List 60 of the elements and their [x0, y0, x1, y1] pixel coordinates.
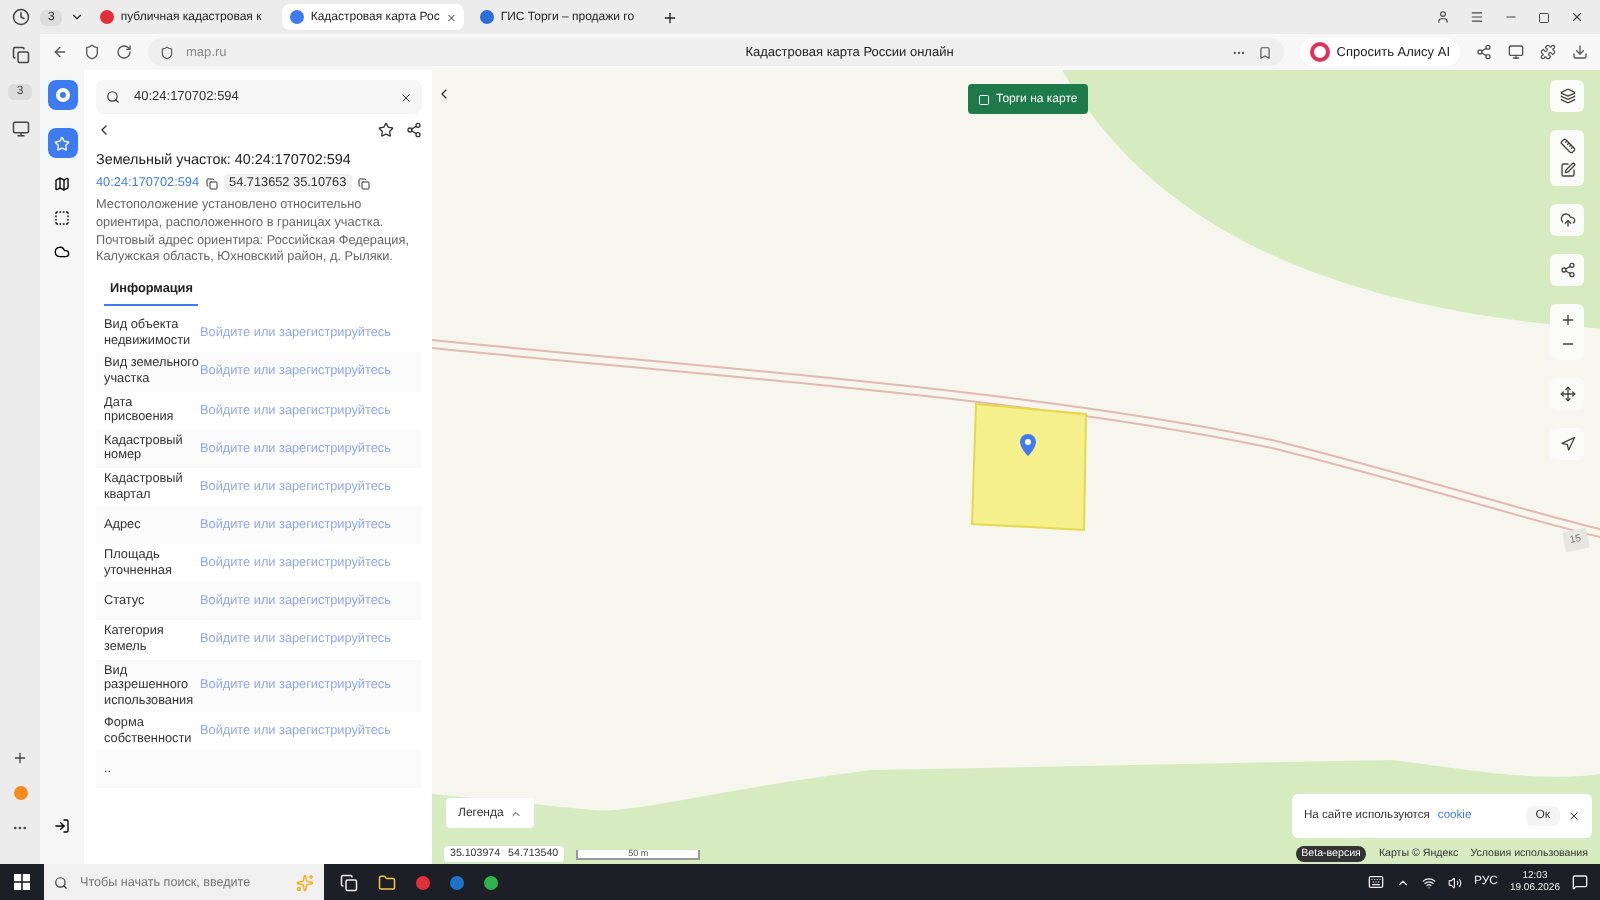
browser-app-icon[interactable] [416, 875, 430, 889]
share-icon[interactable] [406, 122, 422, 138]
download-icon[interactable] [1572, 44, 1588, 60]
volume-icon[interactable] [1447, 875, 1462, 889]
folder-icon[interactable] [378, 873, 396, 891]
add-icon[interactable] [12, 750, 28, 766]
map-icon[interactable] [54, 176, 70, 192]
bookmark-icon[interactable] [1258, 45, 1273, 59]
menu-icon[interactable] [1470, 10, 1484, 24]
clear-icon[interactable] [400, 91, 412, 103]
zoom-in-icon[interactable] [1559, 312, 1575, 328]
search-icon[interactable] [106, 90, 120, 104]
keyboard-icon[interactable] [1367, 874, 1384, 890]
cloud-upload-icon[interactable] [1559, 212, 1575, 228]
close-icon[interactable] [1570, 10, 1584, 24]
share-icon[interactable] [1559, 262, 1575, 278]
search-icon[interactable] [54, 875, 68, 889]
restore-icon[interactable] [1538, 11, 1550, 23]
upload-button[interactable] [1550, 204, 1584, 236]
network-icon[interactable] [1421, 875, 1436, 889]
logo-icon[interactable] [47, 80, 77, 110]
screen-icon[interactable] [11, 120, 29, 138]
edit-icon[interactable] [1559, 162, 1575, 178]
back-icon[interactable] [96, 122, 112, 138]
square-icon[interactable] [978, 93, 990, 105]
star-icon[interactable] [378, 122, 394, 138]
locate-button[interactable] [1550, 428, 1584, 460]
favorites-button[interactable] [47, 128, 77, 158]
move-icon[interactable] [1559, 386, 1575, 402]
profile-icon[interactable] [1436, 10, 1450, 24]
notifications-icon[interactable] [1572, 874, 1588, 890]
chevron-down-icon[interactable] [70, 10, 85, 24]
copy-icon[interactable] [358, 177, 371, 189]
location-pin-icon[interactable] [1020, 434, 1036, 456]
task-view-icon[interactable] [340, 873, 358, 891]
move-button[interactable] [1550, 378, 1584, 410]
chevron-up-icon[interactable] [1395, 875, 1410, 889]
back-icon[interactable] [52, 44, 68, 60]
mail-app-icon[interactable] [450, 875, 464, 889]
collapse-icon[interactable] [436, 86, 452, 102]
ruler-icon[interactable] [1559, 138, 1575, 154]
layers-icon[interactable] [1559, 88, 1575, 104]
history-icon[interactable] [11, 8, 29, 26]
new-tab-icon[interactable] [662, 9, 679, 25]
layers-button[interactable] [1550, 80, 1584, 112]
cloud-icon[interactable] [54, 244, 70, 260]
login-icon[interactable] [54, 818, 70, 834]
close-tab-icon[interactable] [445, 11, 457, 23]
reload-icon[interactable] [116, 44, 132, 60]
extensions-icon[interactable] [1540, 44, 1556, 60]
copy-icon[interactable] [205, 177, 218, 189]
cast-icon[interactable] [1508, 44, 1524, 60]
windows-logo-icon[interactable] [14, 874, 30, 890]
shield-icon[interactable] [160, 45, 174, 59]
close-icon[interactable] [1568, 810, 1580, 822]
selection-icon[interactable] [54, 210, 70, 226]
share-button[interactable] [1550, 254, 1584, 286]
home-app-icon[interactable] [484, 875, 498, 889]
tabs-icon[interactable] [11, 46, 29, 64]
navigation-icon[interactable] [1559, 436, 1575, 452]
